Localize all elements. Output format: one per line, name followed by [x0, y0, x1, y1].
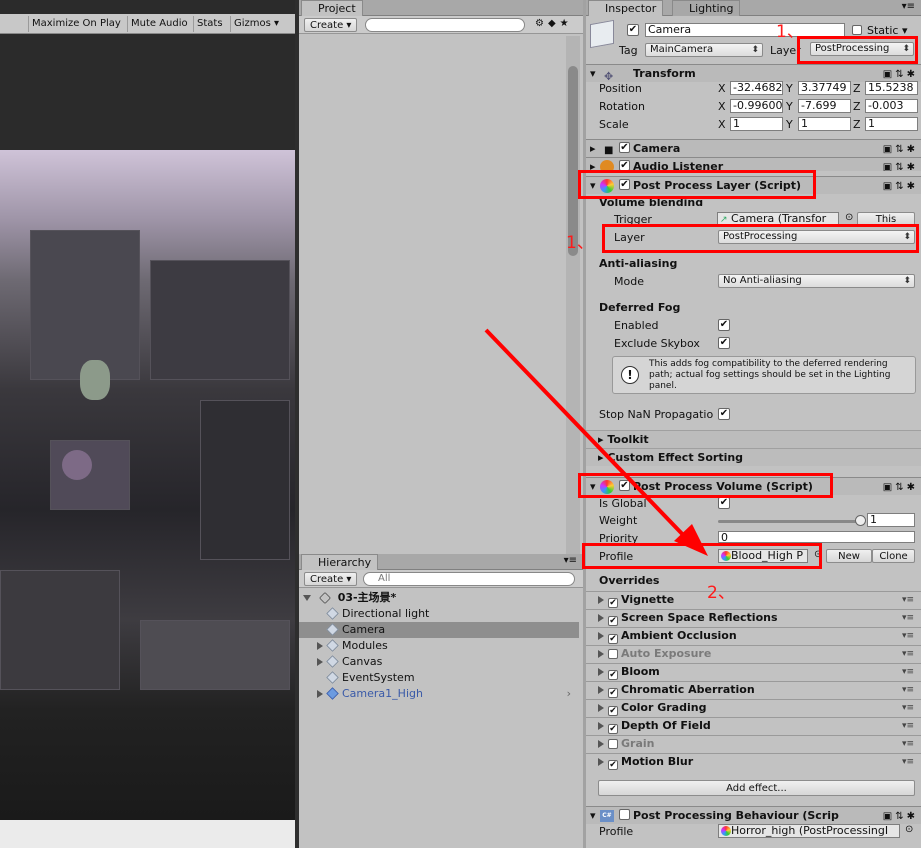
annotation-arrow — [484, 328, 708, 556]
